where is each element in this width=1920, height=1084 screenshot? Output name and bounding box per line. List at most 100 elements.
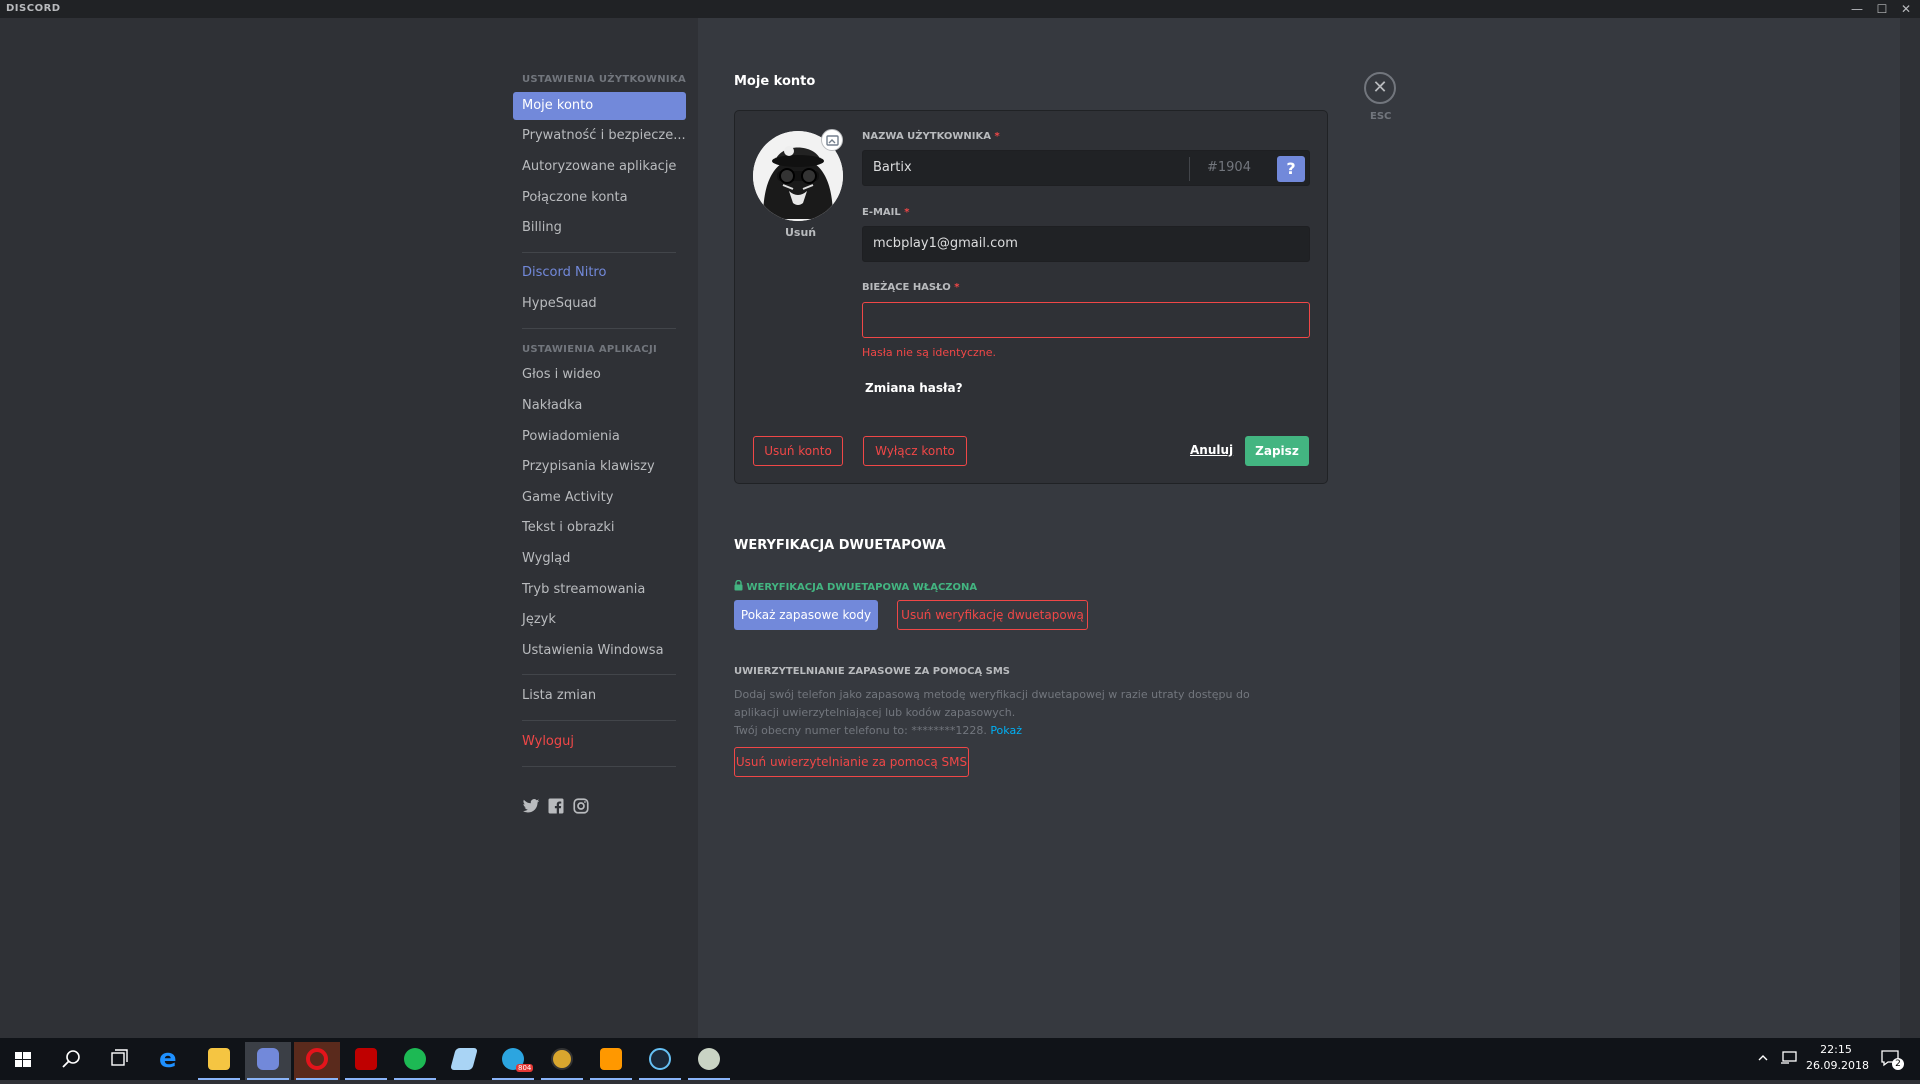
- disable-account-button[interactable]: Wyłącz konto: [863, 436, 967, 466]
- telegram-icon[interactable]: 804: [490, 1042, 536, 1080]
- esc-label: ESC: [1370, 111, 1392, 122]
- twofa-title: Weryfikacja dwuetapowa: [734, 538, 946, 553]
- save-button[interactable]: Zapisz: [1245, 436, 1309, 466]
- app-title: DISCORD: [6, 3, 61, 14]
- divider: [522, 328, 676, 329]
- avatar-remove-link[interactable]: Usuń: [785, 226, 816, 239]
- windows-start-icon[interactable]: [0, 1042, 46, 1080]
- sidebar-item-voice-video[interactable]: Głos i wideo: [513, 361, 686, 389]
- sidebar-item-authorized-apps[interactable]: Autoryzowane aplikacje: [513, 153, 686, 181]
- facebook-icon[interactable]: [547, 797, 565, 815]
- password-label-text: Bieżące hasło: [862, 282, 951, 293]
- sidebar-item-logout[interactable]: Wyloguj: [513, 728, 686, 756]
- sidebar-item-my-account[interactable]: Moje konto: [513, 92, 686, 120]
- opera-icon[interactable]: [294, 1042, 340, 1080]
- discriminator: #1904: [1207, 160, 1251, 175]
- sms-description-text: Dodaj swój telefon jako zapasową metodę …: [734, 688, 1250, 719]
- sidebar-item-keybinds[interactable]: Przypisania klawiszy: [513, 453, 686, 481]
- password-error: Hasła nie są identyczne.: [862, 346, 997, 359]
- clock-date: 26.09.2018: [1806, 1059, 1869, 1072]
- app-settings-header: Ustawienia aplikacji: [522, 344, 657, 355]
- user-settings-header: Ustawienia użytkownika: [522, 74, 686, 85]
- title-bar: DISCORD — ☐ ✕: [0, 0, 1920, 18]
- sms-backup-title: Uwierzytelnianie zapasowe za pomocą SMS: [734, 666, 1011, 677]
- cancel-link[interactable]: Anuluj: [1190, 443, 1233, 457]
- telegram-badge: 804: [516, 1064, 534, 1072]
- image-upload-icon: [826, 135, 839, 146]
- instagram-icon[interactable]: [572, 797, 590, 815]
- username-label-text: Nazwa użytkownika: [862, 131, 992, 142]
- password-label: Bieżące hasło *: [862, 282, 959, 293]
- chevron-up-icon[interactable]: [1757, 1052, 1769, 1064]
- show-backup-codes-button[interactable]: Pokaż zapasowe kody: [734, 600, 878, 630]
- task-view-icon[interactable]: [97, 1042, 143, 1080]
- close-settings-button[interactable]: ✕: [1364, 72, 1396, 104]
- show-phone-link[interactable]: Pokaż: [990, 724, 1022, 737]
- close-window-button[interactable]: ✕: [1894, 0, 1918, 18]
- avatar-edit-button[interactable]: [821, 129, 843, 151]
- sidebar-item-connections[interactable]: Połączone konta: [513, 184, 686, 212]
- email-label: E-mail *: [862, 207, 909, 218]
- email-field[interactable]: mcbplay1@gmail.com: [862, 226, 1310, 262]
- username-label: Nazwa użytkownika *: [862, 131, 1000, 142]
- scrollbar[interactable]: [1900, 18, 1920, 1038]
- account-card: Usuń Nazwa użytkownika * Bartix #1904 ? …: [734, 110, 1328, 484]
- sidebar-item-changelog[interactable]: Lista zmian: [513, 682, 686, 710]
- remove-2fa-button[interactable]: Usuń weryfikację dwuetapową: [897, 600, 1088, 630]
- username-value: Bartix: [873, 160, 912, 175]
- clock[interactable]: 22:15 26.09.2018: [1806, 1042, 1869, 1074]
- notepad-icon[interactable]: [441, 1042, 487, 1080]
- divider: [1189, 157, 1190, 181]
- username-field[interactable]: Bartix #1904 ?: [862, 150, 1310, 186]
- steam-icon[interactable]: [637, 1042, 683, 1080]
- divider: [522, 720, 676, 721]
- divider: [522, 252, 676, 253]
- sidebar-item-billing[interactable]: Billing: [513, 214, 686, 242]
- settings-sidebar: Ustawienia użytkownika Moje konto Prywat…: [0, 18, 698, 1038]
- sublime-icon[interactable]: [588, 1042, 634, 1080]
- search-icon[interactable]: [49, 1042, 95, 1080]
- filezilla-icon[interactable]: [343, 1042, 389, 1080]
- windows-taskbar: e 804 22:15 26.09.2018 2: [0, 1038, 1920, 1080]
- sidebar-item-language[interactable]: Język: [513, 606, 686, 634]
- required-mark: *: [954, 282, 960, 293]
- required-mark: *: [904, 207, 910, 218]
- file-explorer-icon[interactable]: [196, 1042, 242, 1080]
- sidebar-item-hypesquad[interactable]: HypeSquad: [513, 290, 686, 318]
- twofa-enabled-label: Weryfikacja dwuetapowa włączona: [734, 579, 978, 593]
- discord-icon[interactable]: [245, 1042, 291, 1080]
- twofa-enabled-text: Weryfikacja dwuetapowa włączona: [746, 582, 978, 593]
- network-icon[interactable]: [1780, 1050, 1798, 1066]
- sidebar-item-nitro[interactable]: Discord Nitro: [513, 259, 686, 287]
- required-mark: *: [994, 131, 1000, 142]
- email-label-text: E-mail: [862, 207, 901, 218]
- password-field[interactable]: [862, 302, 1310, 338]
- remove-sms-button[interactable]: Usuń uwierzytelnianie za pomocą SMS: [734, 747, 969, 777]
- sidebar-item-streamer-mode[interactable]: Tryb streamowania: [513, 576, 686, 604]
- divider: [522, 674, 676, 675]
- sidebar-item-windows-settings[interactable]: Ustawienia Windowsa: [513, 637, 686, 665]
- change-password-link[interactable]: Zmiana hasła?: [865, 381, 963, 395]
- divider: [522, 766, 676, 767]
- clock-time: 22:15: [1820, 1043, 1852, 1056]
- spotify-icon[interactable]: [392, 1042, 438, 1080]
- edge-icon[interactable]: e: [147, 1042, 193, 1080]
- sidebar-item-game-activity[interactable]: Game Activity: [513, 484, 686, 512]
- sidebar-item-text-images[interactable]: Tekst i obrazki: [513, 514, 686, 542]
- sidebar-item-overlay[interactable]: Nakładka: [513, 392, 686, 420]
- hearthstone-icon[interactable]: [539, 1042, 585, 1080]
- sidebar-item-notifications[interactable]: Powiadomienia: [513, 423, 686, 451]
- twitter-icon[interactable]: [522, 797, 540, 815]
- delete-account-button[interactable]: Usuń konto: [753, 436, 843, 466]
- game-icon[interactable]: [686, 1042, 732, 1080]
- sms-description: Dodaj swój telefon jako zapasową metodę …: [734, 686, 1294, 740]
- help-button[interactable]: ?: [1277, 156, 1305, 182]
- maximize-button[interactable]: ☐: [1870, 0, 1894, 18]
- notifications-count: 2: [1892, 1058, 1904, 1070]
- lock-icon: [734, 579, 743, 591]
- sidebar-item-privacy[interactable]: Prywatność i bezpiecze...: [513, 122, 686, 150]
- sms-phone-text: Twój obecny numer telefonu to: ********1…: [734, 724, 987, 737]
- sidebar-item-appearance[interactable]: Wygląd: [513, 545, 686, 573]
- minimize-button[interactable]: —: [1845, 0, 1869, 18]
- page-title: Moje konto: [734, 74, 816, 89]
